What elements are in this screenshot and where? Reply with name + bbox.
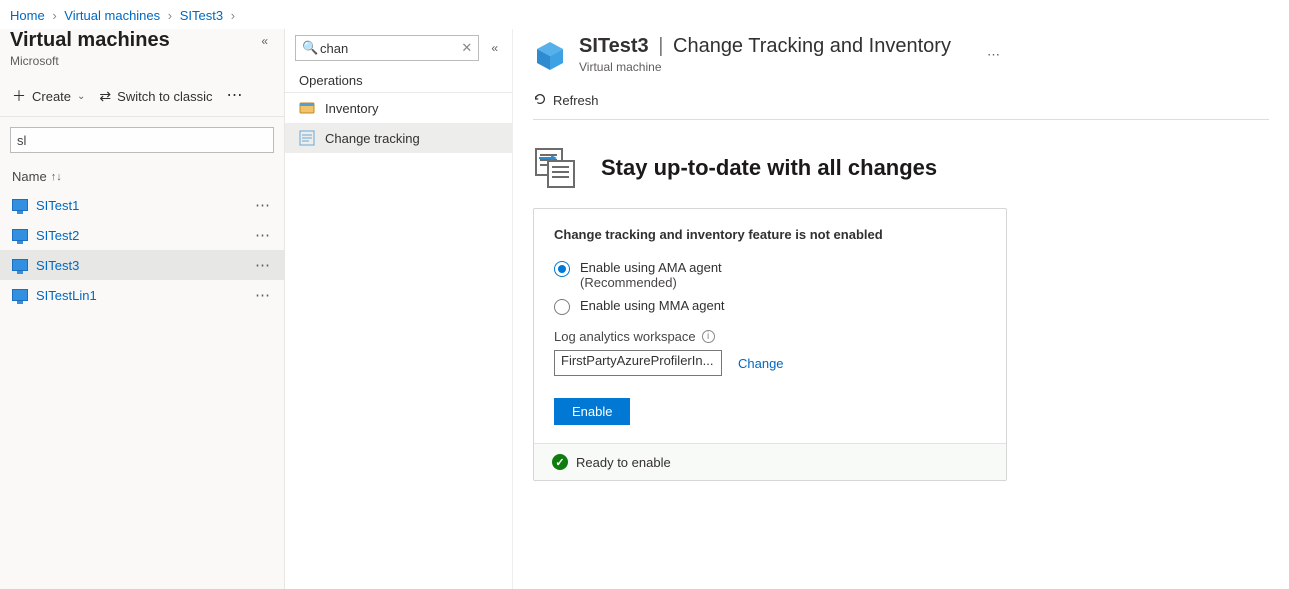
enable-card: Change tracking and inventory feature is… <box>533 208 1007 481</box>
vm-filter-input[interactable] <box>10 127 274 153</box>
workspace-input[interactable]: FirstPartyAzureProfilerIn... <box>554 350 722 376</box>
vm-icon <box>12 289 28 301</box>
command-bar: Refresh <box>533 80 1269 120</box>
refresh-label: Refresh <box>553 93 599 108</box>
switch-label: Switch to classic <box>117 89 212 104</box>
breadcrumb-vm-list[interactable]: Virtual machines <box>64 8 160 23</box>
toolbar-more-button[interactable]: ⋯ <box>227 88 245 104</box>
hero-title: Stay up-to-date with all changes <box>601 155 937 181</box>
check-circle-icon: ✓ <box>552 454 568 470</box>
vm-link[interactable]: SITest3 <box>36 258 79 273</box>
sort-asc-icon: ↑↓ <box>51 171 62 183</box>
workspace-field-label: Log analytics workspace i <box>554 329 986 344</box>
vm-list: SITest1 ⋯ SITest2 ⋯ SITest3 ⋯ <box>0 190 284 310</box>
vm-icon <box>12 229 28 241</box>
heading-feature-name: Change Tracking and Inventory <box>673 35 951 57</box>
search-icon: 🔍 <box>302 40 318 56</box>
chevron-down-icon: ⌄ <box>77 91 85 102</box>
radio-selected-icon <box>554 261 570 277</box>
radio-unselected-icon <box>554 299 570 315</box>
vm-link[interactable]: SITest2 <box>36 228 79 243</box>
chevron-right-icon: › <box>168 8 172 23</box>
card-heading: Change tracking and inventory feature is… <box>554 227 986 242</box>
breadcrumb-home[interactable]: Home <box>10 8 45 23</box>
vm-row-sitest2[interactable]: SITest2 ⋯ <box>0 220 284 250</box>
refresh-icon <box>533 92 547 109</box>
resource-menu-search-value: chan <box>320 41 348 56</box>
change-workspace-link[interactable]: Change <box>738 356 784 371</box>
vm-icon <box>12 259 28 271</box>
vm-link[interactable]: SITestLin1 <box>36 288 97 303</box>
clear-search-icon[interactable]: ✕ <box>461 40 472 56</box>
resource-type-label: Virtual machine <box>579 60 951 74</box>
vm-link[interactable]: SITest1 <box>36 198 79 213</box>
vm-scope-label: Microsoft <box>10 54 272 68</box>
collapse-left-panel[interactable]: « <box>257 30 272 52</box>
nav-item-label: Change tracking <box>325 131 420 146</box>
page-heading: SITest3 | Change Tracking and Inventory <box>579 35 951 58</box>
vm-row-more-button[interactable]: ⋯ <box>255 196 272 214</box>
vm-row-more-button[interactable]: ⋯ <box>255 226 272 244</box>
status-text: Ready to enable <box>576 455 671 470</box>
vm-row-more-button[interactable]: ⋯ <box>255 286 272 304</box>
change-list-icon <box>533 146 577 190</box>
radio-enable-ama[interactable]: Enable using AMA agent (Recommended) <box>554 260 986 290</box>
page-more-button[interactable]: ⋯ <box>987 47 1002 63</box>
vm-icon <box>12 199 28 211</box>
heading-resource-name: SITest3 <box>579 35 649 57</box>
breadcrumb-vm-name[interactable]: SITest3 <box>180 8 223 23</box>
nav-item-inventory[interactable]: Inventory <box>285 93 512 123</box>
vm-row-sitestlin1[interactable]: SITestLin1 ⋯ <box>0 280 284 310</box>
plus-icon: ＋ <box>12 86 26 106</box>
create-label: Create <box>32 89 71 104</box>
switch-classic-button[interactable]: ⇄ Switch to classic <box>99 88 212 105</box>
refresh-button[interactable]: Refresh <box>533 92 599 109</box>
column-header-name[interactable]: Name ↑↓ <box>0 163 284 190</box>
swap-icon: ⇄ <box>99 88 111 105</box>
create-button[interactable]: ＋ Create ⌄ <box>12 86 85 106</box>
collapse-nav-panel[interactable]: « <box>487 37 502 59</box>
page-title: Virtual machines <box>10 29 170 52</box>
resource-nav-panel: 🔍 chan ✕ « Operations Inventory Change t… <box>285 29 513 589</box>
vm-row-more-button[interactable]: ⋯ <box>255 256 272 274</box>
radio-sub-ama: (Recommended) <box>580 275 722 290</box>
vm-resource-icon <box>533 39 567 73</box>
column-header-label: Name <box>12 169 47 184</box>
vm-row-sitest3[interactable]: SITest3 ⋯ <box>0 250 284 280</box>
info-icon[interactable]: i <box>702 330 715 343</box>
enable-button[interactable]: Enable <box>554 398 630 425</box>
nav-item-label: Inventory <box>325 101 378 116</box>
nav-section-operations: Operations <box>285 67 512 93</box>
radio-label-mma: Enable using MMA agent <box>580 298 725 313</box>
chevron-right-icon: › <box>231 8 235 23</box>
workspace-label-text: Log analytics workspace <box>554 329 696 344</box>
inventory-icon <box>299 100 315 116</box>
radio-label-ama: Enable using AMA agent <box>580 260 722 275</box>
radio-enable-mma[interactable]: Enable using MMA agent <box>554 298 986 315</box>
chevron-right-icon: › <box>52 8 56 23</box>
main-content: SITest3 | Change Tracking and Inventory … <box>513 29 1289 589</box>
card-status-footer: ✓ Ready to enable <box>534 443 1006 480</box>
nav-item-change-tracking[interactable]: Change tracking <box>285 123 512 153</box>
resource-menu-search[interactable]: 🔍 chan ✕ <box>295 35 479 61</box>
change-tracking-icon <box>299 130 315 146</box>
breadcrumb: Home › Virtual machines › SITest3 › <box>0 0 1289 29</box>
vm-list-panel: Virtual machines « Microsoft ＋ Create ⌄ … <box>0 29 285 589</box>
vm-row-sitest1[interactable]: SITest1 ⋯ <box>0 190 284 220</box>
